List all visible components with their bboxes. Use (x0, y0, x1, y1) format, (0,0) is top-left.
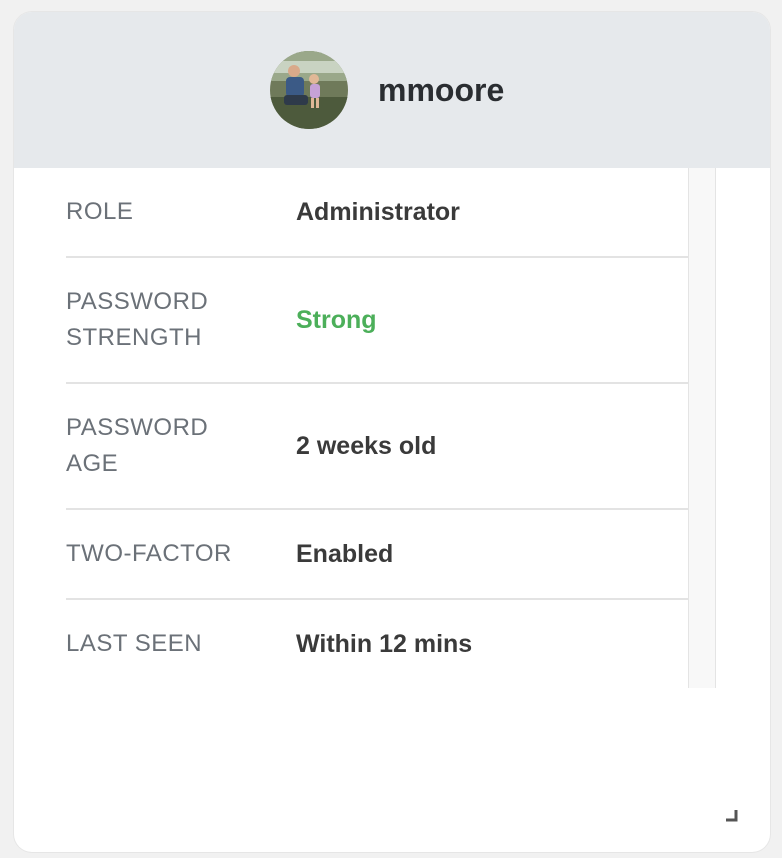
detail-value: Administrator (296, 197, 460, 226)
detail-value: Within 12 mins (296, 629, 473, 658)
detail-value: 2 weeks old (296, 431, 437, 460)
detail-value: Strong (296, 305, 377, 334)
detail-label: PASSWORD AGE (66, 414, 209, 477)
detail-row-password-age: PASSWORD AGE 2 weeks old (66, 384, 688, 510)
detail-row-last-seen: LAST SEEN Within 12 mins (66, 600, 688, 688)
detail-label: LAST SEEN (66, 630, 203, 657)
avatar[interactable] (270, 51, 348, 129)
details-list: ROLE Administrator PASSWORD STRENGTH Str… (66, 168, 688, 688)
user-details-table: ROLE Administrator PASSWORD STRENGTH Str… (14, 168, 770, 688)
detail-row-two-factor: TWO-FACTOR Enabled (66, 510, 688, 600)
detail-value: Enabled (296, 539, 394, 568)
username: mmoore (378, 72, 505, 108)
resize-handle-icon[interactable] (724, 808, 738, 822)
user-card: mmoore ROLE Administrator PASSWORD STREN… (14, 12, 770, 852)
user-header: mmoore (14, 12, 770, 168)
scrollbar[interactable] (688, 168, 716, 688)
avatar-photo-icon (270, 51, 348, 129)
detail-row-password-strength: PASSWORD STRENGTH Strong (66, 258, 688, 384)
detail-label: ROLE (66, 198, 134, 225)
detail-label: TWO-FACTOR (66, 540, 232, 567)
detail-row-role: ROLE Administrator (66, 168, 688, 258)
detail-label: PASSWORD STRENGTH (66, 288, 209, 351)
